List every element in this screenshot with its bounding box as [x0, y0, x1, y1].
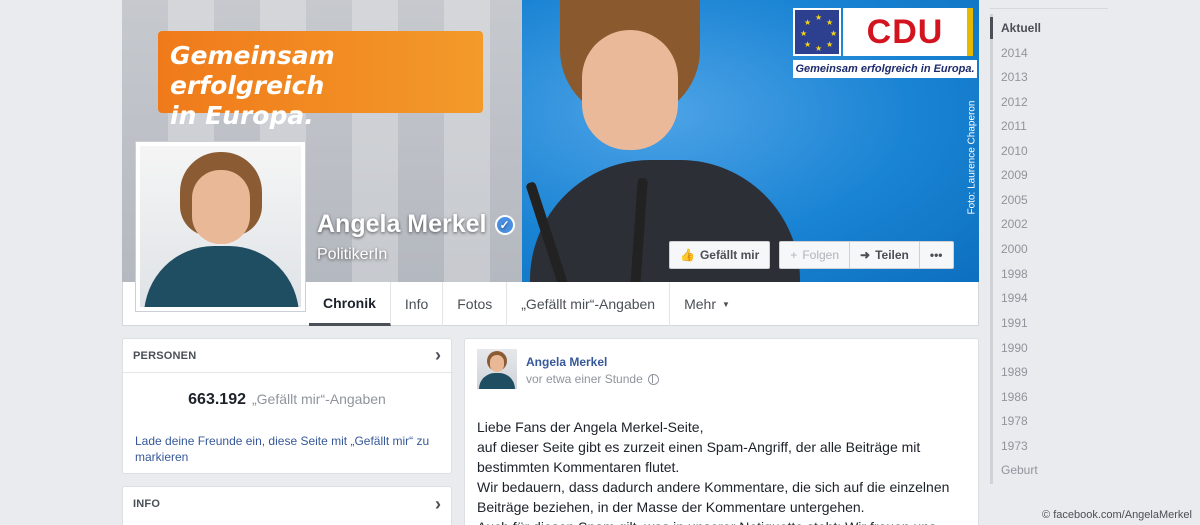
chevron-right-icon[interactable]: › [435, 494, 441, 515]
timeline-year-current[interactable]: Aktuell [989, 17, 1041, 39]
photo-credit: Foto: Laurence Chaperon [966, 100, 978, 215]
timeline-year[interactable]: 1990 [1001, 341, 1028, 355]
post-line: Auch für diesen Spam gilt, was in unsere… [477, 517, 972, 525]
cdu-logo: ★ ★ ★ ★ ★ ★ ★ ★ CDU Gemeinsam erfolgreich in … [793, 8, 977, 78]
page-category[interactable]: PolitikerIn [317, 246, 387, 264]
tab-likes[interactable]: „Gefällt mir“-Angaben [507, 282, 671, 326]
campaign-slogan: Gemeinsam erfolgreich in Europa. [158, 31, 483, 130]
tab-mehr[interactable]: Mehr ▼ [670, 282, 744, 326]
timeline-year[interactable]: 1994 [1001, 291, 1028, 305]
post-timestamp[interactable]: vor etwa einer Stunde [526, 372, 659, 386]
plus-icon: + [790, 248, 798, 262]
cdu-wordmark: CDU [843, 8, 973, 56]
globe-icon [647, 373, 659, 385]
timeline-year[interactable]: 1986 [1001, 390, 1028, 404]
cdu-tagline: Gemeinsam erfolgreich in Europa. [793, 60, 977, 78]
thumbs-up-icon: 👍 [680, 248, 695, 262]
timeline-year[interactable]: 1989 [1001, 365, 1028, 379]
like-button-label: Gefällt mir [699, 248, 760, 262]
like-count-row: 663.192 „Gefällt mir“-Angaben [123, 391, 451, 409]
timeline-year[interactable]: 2013 [1001, 70, 1028, 84]
timeline-year[interactable]: Geburt [1001, 463, 1038, 477]
dropdown-caret-icon: ▼ [722, 299, 730, 309]
verified-badge-icon: ✓ [494, 214, 515, 235]
post-line: Wir bedauern, dass dadurch andere Kommen… [477, 479, 950, 495]
like-count-label: „Gefällt mir“-Angaben [252, 391, 386, 407]
page-title[interactable]: Angela Merkel ✓ [317, 210, 515, 239]
post-line: auf dieser Seite gibt es zurzeit einen S… [477, 439, 921, 455]
post-line: Liebe Fans der Angela Merkel-Seite, [477, 419, 704, 435]
timeline-scroll-track [990, 14, 993, 484]
timeline-year-nav: Aktuell 2014 2013 2012 2011 2010 2009 20… [989, 0, 1108, 485]
post-author-link[interactable]: Angela Merkel [526, 355, 607, 369]
timeline-year[interactable]: 1998 [1001, 267, 1028, 281]
timeline-year[interactable]: 2010 [1001, 144, 1028, 158]
slogan-line-1: Gemeinsam erfolgreich [170, 41, 335, 100]
timeline-year[interactable]: 1973 [1001, 439, 1028, 453]
follow-share-group: + Folgen ➜ Teilen ••• [779, 241, 954, 269]
share-button[interactable]: ➜ Teilen [850, 242, 920, 268]
more-dots-icon: ••• [929, 248, 943, 262]
timeline-year[interactable]: 1991 [1001, 316, 1028, 330]
tab-fotos[interactable]: Fotos [443, 282, 508, 326]
page-action-buttons: 👍 Gefällt mir + Folgen ➜ Teilen ••• [669, 241, 954, 269]
tab-info[interactable]: Info [391, 282, 444, 326]
tab-chronik[interactable]: Chronik [309, 282, 391, 326]
post-line: Beiträge beziehen, in der Masse der Komm… [477, 499, 865, 515]
post-line: bestimmten Kommentaren flutet. [477, 459, 680, 475]
timeline-year[interactable]: 2000 [1001, 242, 1028, 256]
chevron-right-icon[interactable]: › [435, 345, 441, 366]
people-card-header[interactable]: PERSONEN › [123, 339, 451, 373]
timeline-divider [990, 8, 1108, 9]
people-card: PERSONEN › 663.192 „Gefällt mir“-Angaben… [122, 338, 452, 474]
info-card-title: INFO [133, 498, 161, 510]
people-card-title: PERSONEN [133, 349, 197, 362]
info-card: INFO › [122, 486, 452, 525]
page-tabs: Chronik Info Fotos „Gefällt mir“-Angaben… [309, 282, 744, 326]
follow-button[interactable]: + Folgen [780, 242, 851, 268]
share-button-label: Teilen [875, 248, 909, 262]
eu-flag-icon: ★ ★ ★ ★ ★ ★ ★ ★ [793, 8, 841, 56]
follow-button-label: Folgen [802, 248, 840, 262]
timeline-year[interactable]: 2012 [1001, 95, 1028, 109]
timeline-year[interactable]: 1978 [1001, 414, 1028, 428]
slogan-line-2: in Europa. [170, 101, 314, 130]
like-count: 663.192 [188, 391, 246, 408]
timeline-year[interactable]: 2011 [1001, 119, 1027, 133]
invite-friends-link[interactable]: Lade deine Freunde ein, diese Seite mit … [135, 433, 439, 465]
timeline-year[interactable]: 2005 [1001, 193, 1028, 207]
more-options-button[interactable]: ••• [920, 242, 953, 268]
info-card-header[interactable]: INFO › [123, 487, 451, 521]
post-body: Liebe Fans der Angela Merkel-Seite, auf … [477, 417, 972, 525]
page-name-text[interactable]: Angela Merkel [317, 210, 487, 239]
timeline-year[interactable]: 2009 [1001, 168, 1028, 182]
image-source-credit: © facebook.com/AngelaMerkel [1042, 509, 1192, 521]
cover-portrait [530, 0, 800, 282]
share-arrow-icon: ➜ [860, 248, 871, 262]
like-page-button[interactable]: 👍 Gefällt mir [669, 241, 771, 269]
profile-picture[interactable] [135, 141, 306, 312]
timeline-post: Angela Merkel vor etwa einer Stunde Lieb… [464, 338, 979, 525]
timeline-year[interactable]: 2014 [1001, 46, 1028, 60]
post-author-avatar[interactable] [477, 349, 517, 389]
timeline-year[interactable]: 2002 [1001, 217, 1028, 231]
